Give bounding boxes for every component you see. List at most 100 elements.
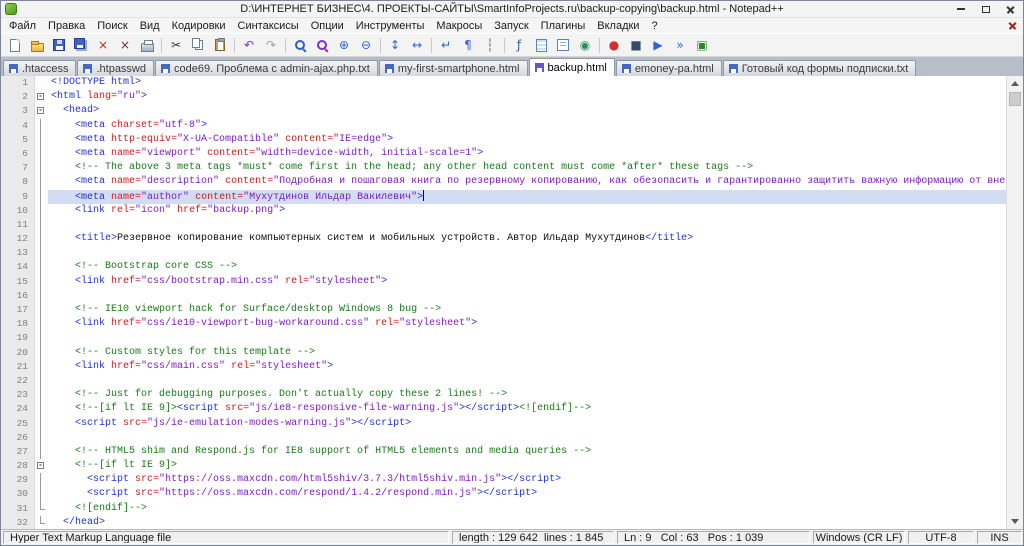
menu-search[interactable]: Поиск xyxy=(91,20,133,32)
scroll-down-button[interactable] xyxy=(1007,514,1023,529)
save-all-button[interactable] xyxy=(71,35,91,55)
tab-subscribe-form[interactable]: Готовый код формы подписки.txt xyxy=(722,60,917,76)
editor-line[interactable]: 16 xyxy=(1,288,1006,303)
tab-backup[interactable]: backup.html xyxy=(528,58,615,76)
menu-plugins[interactable]: Плагины xyxy=(535,20,592,32)
editor-line[interactable]: 15 <link href="css/bootstrap.min.css" re… xyxy=(1,274,1006,289)
menubar-close-button[interactable] xyxy=(1008,21,1017,30)
menu-tools[interactable]: Инструменты xyxy=(350,20,431,32)
menu-settings[interactable]: Опции xyxy=(305,20,350,32)
zoom-out-button[interactable]: ⊖ xyxy=(356,35,376,55)
menu-view[interactable]: Вид xyxy=(134,20,166,32)
editor-line[interactable]: 9 <meta name="author" content="Мухутдино… xyxy=(1,189,1006,204)
paste-button[interactable] xyxy=(210,35,230,55)
editor-line[interactable]: 14 <!-- Bootstrap core CSS --> xyxy=(1,260,1006,275)
cut-button[interactable]: ✂ xyxy=(166,35,186,55)
status-encoding[interactable]: UTF-8 xyxy=(908,531,974,544)
editor-line[interactable]: 31 <![endif]--> xyxy=(1,501,1006,516)
menu-macro[interactable]: Макросы xyxy=(430,20,488,32)
sync-vertical-button[interactable]: ↕ xyxy=(385,35,405,55)
editor-line[interactable]: 25 <script src="js/ie-emulation-modes-wa… xyxy=(1,416,1006,431)
tab-htpasswd[interactable]: .htpasswd xyxy=(77,60,154,76)
editor-line[interactable]: 26 xyxy=(1,430,1006,445)
editor-line[interactable]: 1 <!DOCTYPE html> xyxy=(1,76,1006,91)
editor-line[interactable]: 20 <!-- Custom styles for this template … xyxy=(1,345,1006,360)
editor-line[interactable]: 28- <!--[if lt IE 9]> xyxy=(1,459,1006,474)
editor-line[interactable]: 7 <!-- The above 3 meta tags *must* come… xyxy=(1,161,1006,176)
menu-file[interactable]: Файл xyxy=(3,20,42,32)
macro-record-button[interactable]: ● xyxy=(604,35,624,55)
editor-line[interactable]: 2- <html lang="ru"> xyxy=(1,90,1006,105)
doc-list-button[interactable] xyxy=(553,35,573,55)
editor-line[interactable]: 27 <!-- HTML5 shim and Respond.js for IE… xyxy=(1,444,1006,460)
find-button[interactable] xyxy=(290,35,310,55)
status-insert-mode[interactable]: INS xyxy=(977,531,1022,544)
menu-encoding[interactable]: Кодировки xyxy=(166,20,232,32)
tab-code69[interactable]: code69. Проблема с admin-ajax.php.txt xyxy=(155,60,378,76)
tab-htaccess[interactable]: .htaccess xyxy=(3,60,77,76)
editor-line[interactable]: 8 <meta name="description" content="Подр… xyxy=(1,175,1006,190)
scrollbar-thumb[interactable] xyxy=(1009,92,1021,106)
macro-stop-button[interactable]: ■ xyxy=(626,35,646,55)
editor-line[interactable]: 29 <script src="https://oss.maxcdn.com/h… xyxy=(1,473,1006,488)
restore-button[interactable] xyxy=(973,1,998,17)
editor-line[interactable]: 32 </head> xyxy=(1,515,1006,529)
editor-line[interactable]: 5 <meta http-equiv="X-UA-Compatible" con… xyxy=(1,132,1006,147)
menu-edit[interactable]: Правка xyxy=(42,20,91,32)
fold-collapse-icon[interactable]: - xyxy=(37,107,44,115)
editor-line[interactable]: 19 xyxy=(1,331,1006,346)
editor-line[interactable]: 18 <link href="css/ie10-viewport-bug-wor… xyxy=(1,317,1006,332)
macro-run-multiple-button[interactable]: » xyxy=(670,35,690,55)
vertical-scrollbar[interactable] xyxy=(1006,76,1023,529)
close-all-button[interactable]: × xyxy=(115,35,135,55)
editor[interactable]: 1 <!DOCTYPE html> 2- <html lang="ru"> 3- <he… xyxy=(1,76,1006,529)
sync-horizontal-button[interactable]: ↔ xyxy=(407,35,427,55)
minimize-button[interactable] xyxy=(948,1,973,17)
undo-button[interactable]: ↶ xyxy=(239,35,259,55)
editor-line[interactable]: 6 <meta name="viewport" content="width=d… xyxy=(1,146,1006,162)
tab-emoney-pa[interactable]: emoney-pa.html xyxy=(615,60,722,76)
editor-line[interactable]: 23 <!-- Just for debugging purposes. Don… xyxy=(1,388,1006,403)
save-button[interactable] xyxy=(49,35,69,55)
menu-run[interactable]: Запуск xyxy=(488,20,534,32)
menu-language[interactable]: Синтаксисы xyxy=(232,20,305,32)
editor-line[interactable]: 30 <script src="https://oss.maxcdn.com/r… xyxy=(1,487,1006,502)
replace-button[interactable] xyxy=(312,35,332,55)
editor-line[interactable]: 12 <title>Резервное копирование компьюте… xyxy=(1,232,1006,247)
fold-collapse-icon[interactable]: - xyxy=(37,462,44,470)
zoom-in-button[interactable]: ⊕ xyxy=(334,35,354,55)
function-list-button[interactable]: ƒ xyxy=(509,35,529,55)
doc-map-button[interactable] xyxy=(531,35,551,55)
editor-line[interactable]: 22 xyxy=(1,373,1006,389)
editor-line[interactable]: 21 <link href="css/main.css" rel="styles… xyxy=(1,359,1006,374)
editor-line[interactable]: 11 xyxy=(1,217,1006,233)
print-button[interactable] xyxy=(137,35,157,55)
fold-margin[interactable]: - xyxy=(35,104,48,119)
fold-margin[interactable]: - xyxy=(35,459,48,474)
scroll-up-button[interactable] xyxy=(1007,76,1023,91)
copy-button[interactable] xyxy=(188,35,208,55)
editor-line[interactable]: 10 <link rel="icon" href="backup.png"> xyxy=(1,203,1006,218)
show-all-chars-button[interactable]: ¶ xyxy=(458,35,478,55)
close-button[interactable]: × xyxy=(93,35,113,55)
word-wrap-button[interactable]: ↵ xyxy=(436,35,456,55)
editor-line[interactable]: 17 <!-- IE10 viewport hack for Surface/d… xyxy=(1,303,1006,318)
editor-line[interactable]: 24 <!--[if lt IE 9]><script src="js/ie8-… xyxy=(1,402,1006,417)
redo-button[interactable]: ↷ xyxy=(261,35,281,55)
menu-help[interactable]: ? xyxy=(645,20,663,32)
editor-line[interactable]: 13 xyxy=(1,246,1006,261)
indent-guide-button[interactable]: ┆ xyxy=(480,35,500,55)
monitoring-button[interactable]: ◉ xyxy=(575,35,595,55)
open-folder-button[interactable] xyxy=(27,35,47,55)
menu-tabs[interactable]: Вкладки xyxy=(591,20,645,32)
macro-save-button[interactable]: ▣ xyxy=(692,35,712,55)
fold-collapse-icon[interactable]: - xyxy=(37,93,44,101)
new-file-button[interactable] xyxy=(5,35,25,55)
editor-line[interactable]: 3- <head> xyxy=(1,104,1006,119)
fold-margin[interactable]: - xyxy=(35,90,48,105)
status-eol-format[interactable]: Windows (CR LF) xyxy=(813,531,905,544)
close-button[interactable] xyxy=(998,1,1023,17)
macro-play-button[interactable]: ▶ xyxy=(648,35,668,55)
tab-my-first-smartphone[interactable]: my-first-smartphone.html xyxy=(378,60,528,76)
editor-line[interactable]: 4 <meta charset="utf-8"> xyxy=(1,118,1006,133)
